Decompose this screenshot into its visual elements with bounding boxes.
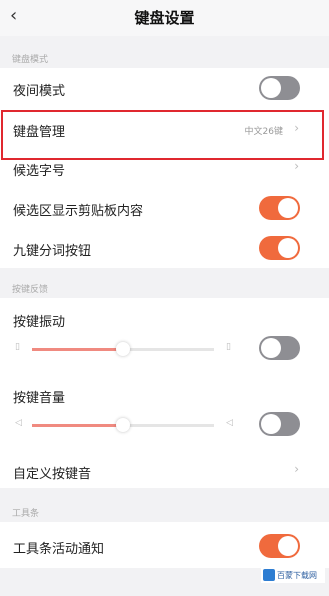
row-nine-key-split[interactable]: 九键分词按钮 bbox=[0, 228, 329, 268]
toggle-knob bbox=[261, 414, 281, 434]
night-mode-toggle[interactable] bbox=[259, 76, 300, 100]
key-vibration-label: 按键振动 bbox=[13, 315, 66, 330]
custom-key-sound-label: 自定义按键音 bbox=[13, 467, 92, 482]
watermark-icon bbox=[263, 569, 275, 581]
toggle-knob bbox=[278, 536, 298, 556]
toolbar-notify-toggle[interactable] bbox=[259, 534, 300, 558]
vibration-slider-thumb[interactable] bbox=[116, 342, 130, 356]
row-night-mode[interactable]: 夜间模式 bbox=[0, 68, 329, 108]
toggle-knob bbox=[278, 238, 298, 258]
keyboard-mode-card: 夜间模式 键盘管理 中文26键 › 候选字号 › 候选区显示剪贴板内容 九键分词… bbox=[0, 68, 329, 268]
top-bar: ‹ 键盘设置 bbox=[0, 0, 329, 36]
vibration-high-icon: ▯ bbox=[226, 342, 231, 352]
toggle-knob bbox=[261, 78, 281, 98]
vibration-slider[interactable] bbox=[32, 342, 214, 356]
candidate-clipboard-label: 候选区显示剪贴板内容 bbox=[13, 204, 144, 219]
nine-key-split-label: 九键分词按钮 bbox=[13, 244, 92, 259]
watermark-logo: 百蒙下载网 bbox=[261, 567, 325, 583]
volume-low-icon: ◁ bbox=[15, 418, 22, 428]
nine-key-split-toggle[interactable] bbox=[259, 236, 300, 260]
toolbar-card: 工具条活动通知 bbox=[0, 522, 329, 568]
vibration-low-icon: ▯ bbox=[15, 342, 20, 352]
volume-high-icon: ◁ bbox=[226, 418, 233, 428]
key-volume-toggle[interactable] bbox=[259, 412, 300, 436]
section-label-keyboard-mode: 键盘模式 bbox=[12, 55, 49, 65]
highlight-box bbox=[1, 110, 324, 160]
key-vibration-toggle[interactable] bbox=[259, 336, 300, 360]
chevron-right-icon: › bbox=[294, 159, 299, 173]
toggle-knob bbox=[261, 338, 281, 358]
candidate-clipboard-toggle[interactable] bbox=[259, 196, 300, 220]
chevron-right-icon: › bbox=[294, 462, 299, 476]
page-title: 键盘设置 bbox=[134, 9, 195, 27]
row-toolbar-notify[interactable]: 工具条活动通知 bbox=[0, 524, 329, 564]
volume-slider-fill bbox=[32, 424, 123, 427]
key-volume-label: 按键音量 bbox=[13, 391, 66, 406]
watermark-text: 百蒙下载网 bbox=[277, 571, 317, 580]
toolbar-notify-label: 工具条活动通知 bbox=[13, 542, 105, 557]
volume-slider[interactable] bbox=[32, 418, 214, 432]
candidate-font-label: 候选字号 bbox=[13, 164, 66, 179]
volume-slider-thumb[interactable] bbox=[116, 418, 130, 432]
row-candidate-clipboard[interactable]: 候选区显示剪贴板内容 bbox=[0, 188, 329, 228]
vibration-slider-fill bbox=[32, 348, 123, 351]
row-custom-key-sound[interactable]: 自定义按键音 › bbox=[0, 452, 329, 492]
key-feedback-card: 按键振动 ▯ ▯ 按键音量 ◁ ◁ 自定义按键音 › bbox=[0, 298, 329, 488]
section-label-toolbar: 工具条 bbox=[12, 509, 40, 519]
night-mode-label: 夜间模式 bbox=[13, 84, 66, 99]
toggle-knob bbox=[278, 198, 298, 218]
section-label-key-feedback: 按键反馈 bbox=[12, 285, 49, 295]
